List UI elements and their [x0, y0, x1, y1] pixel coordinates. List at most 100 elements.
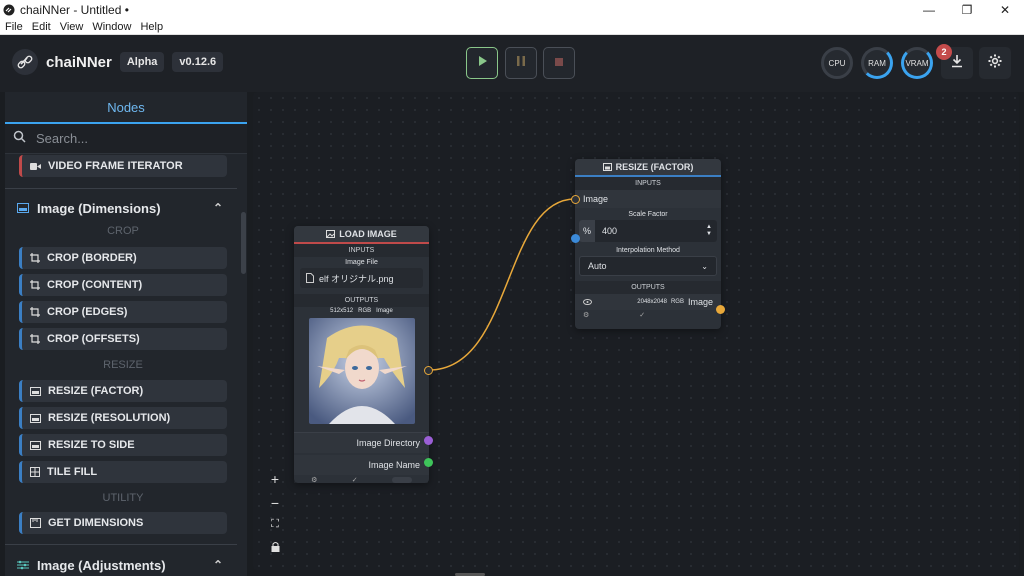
image-file-label: Image File: [345, 259, 378, 266]
resize-factor-node[interactable]: RESIZE (FACTOR) INPUTS Image Scale Facto…: [571, 159, 725, 329]
interp-value: Auto: [588, 261, 607, 271]
resize-factor-header[interactable]: RESIZE (FACTOR): [575, 159, 721, 177]
search-field[interactable]: Search...: [5, 124, 247, 154]
node-crop-border[interactable]: CROP (BORDER): [19, 247, 227, 269]
stop-button[interactable]: [543, 47, 575, 79]
image-file-input[interactable]: elf オリジナル.png: [300, 268, 423, 288]
node-footer: ⚙ ✓: [294, 475, 429, 485]
name-label: Image Name: [368, 460, 420, 470]
node-label: RESIZE (FACTOR): [48, 385, 144, 397]
node-label: GET DIMENSIONS: [48, 517, 144, 529]
app-header: chaiNNer Alpha v0.12.6 CPU RAM VRAM 2: [0, 35, 1024, 92]
search-icon: [13, 130, 26, 148]
resize-icon: [30, 386, 41, 396]
fit-view-icon[interactable]: ⛶: [271, 518, 279, 531]
interp-label: Interpolation Method: [616, 247, 680, 254]
load-image-node[interactable]: LOAD IMAGE INPUTS Image File elf オリジナル.p…: [294, 226, 433, 485]
zoom-out-icon[interactable]: −: [271, 495, 279, 511]
check-icon[interactable]: ✓: [352, 476, 358, 484]
image-output-port[interactable]: [424, 366, 433, 375]
pause-icon: [516, 54, 526, 72]
node-label: CROP (EDGES): [47, 306, 128, 318]
node-resize-to-side[interactable]: RESIZE TO SIDE: [19, 434, 227, 456]
node-canvas[interactable]: LOAD IMAGE INPUTS Image File elf オリジナル.p…: [253, 92, 1019, 570]
image-input-port[interactable]: [571, 195, 580, 204]
channel-badge: Alpha: [119, 52, 165, 72]
out-mode: RGB: [670, 299, 684, 305]
node-crop-content[interactable]: CROP (CONTENT): [19, 274, 227, 296]
section-crop: CROP: [107, 225, 139, 237]
node-label: VIDEO FRAME ITERATOR: [48, 160, 183, 172]
divider: [5, 544, 237, 545]
node-footer: ⚙ ✓: [575, 310, 721, 320]
outputs-label: OUTPUTS: [294, 294, 429, 307]
scale-factor-input[interactable]: % 400 ▲ ▼: [579, 220, 717, 242]
video-icon: [30, 162, 41, 171]
image-output-port[interactable]: [716, 305, 725, 314]
run-button[interactable]: [466, 47, 498, 79]
resize-icon: [30, 440, 41, 450]
notification-badge: 2: [936, 44, 952, 60]
node-tile-fill[interactable]: TILE FILL: [19, 461, 227, 483]
close-button[interactable]: ✕: [986, 0, 1024, 19]
node-resize-factor[interactable]: RESIZE (FACTOR): [19, 380, 227, 402]
node-crop-offsets[interactable]: CROP (OFFSETS): [19, 328, 227, 350]
sidebar-scrollbar[interactable]: [241, 212, 246, 274]
check-icon[interactable]: ✓: [639, 311, 645, 319]
name-output-port[interactable]: [424, 458, 433, 467]
chainner-logo-icon: [12, 49, 38, 75]
cpu-gauge[interactable]: CPU: [821, 47, 853, 79]
dimensions-icon: [17, 203, 29, 213]
out-size: 2048x2048: [637, 299, 667, 305]
node-resize-resolution[interactable]: RESIZE (RESOLUTION): [19, 407, 227, 429]
chevron-up-icon: ⌃: [212, 558, 223, 572]
minimize-button[interactable]: —: [910, 0, 948, 19]
crop-icon: [30, 253, 40, 263]
node-get-dimensions[interactable]: GET DIMENSIONS: [19, 512, 227, 534]
load-image-header[interactable]: LOAD IMAGE: [294, 226, 429, 244]
menu-help[interactable]: Help: [140, 21, 163, 33]
menu-bar: File Edit View Window Help: [0, 19, 1024, 35]
node-label: RESIZE (RESOLUTION): [48, 412, 171, 424]
chevron-down-icon: ⌄: [701, 261, 708, 271]
search-placeholder: Search...: [36, 131, 89, 146]
ram-gauge[interactable]: RAM: [861, 47, 893, 79]
app-logo-icon: [3, 4, 15, 16]
pause-button[interactable]: [505, 47, 537, 79]
node-video-frame-iterator[interactable]: VIDEO FRAME ITERATOR: [19, 155, 227, 177]
category-label: Image (Dimensions): [37, 200, 161, 216]
vram-gauge[interactable]: VRAM: [901, 47, 933, 79]
settings-button[interactable]: [979, 47, 1011, 79]
image-directory-output: Image Directory: [294, 433, 429, 453]
restore-button[interactable]: ❐: [948, 0, 986, 19]
os-titlebar: chaiNNer - Untitled • — ❐ ✕: [0, 0, 1024, 19]
directory-output-port[interactable]: [424, 436, 433, 445]
menu-window[interactable]: Window: [92, 21, 131, 33]
category-image-dimensions[interactable]: Image (Dimensions) ⌃: [5, 194, 237, 222]
zoom-in-icon[interactable]: +: [271, 471, 279, 487]
node-crop-edges[interactable]: CROP (EDGES): [19, 301, 227, 323]
sidebar-title[interactable]: Nodes: [5, 92, 247, 124]
interp-select[interactable]: Auto ⌄: [579, 256, 717, 276]
image-name-output: Image Name: [294, 455, 429, 475]
settings-dot-icon[interactable]: ⚙: [583, 311, 589, 319]
image-input-row: Image: [575, 190, 721, 208]
eye-icon[interactable]: [583, 299, 592, 305]
menu-view[interactable]: View: [60, 21, 84, 33]
image-input-label: Image: [583, 194, 609, 204]
category-image-adjustments[interactable]: Image (Adjustments) ⌃: [5, 551, 237, 576]
menu-edit[interactable]: Edit: [32, 21, 51, 33]
category-label: Image (Adjustments): [37, 557, 166, 573]
chevron-up-icon: ⌃: [212, 201, 223, 215]
node-label: TILE FILL: [47, 466, 98, 478]
lock-icon[interactable]: [271, 539, 280, 555]
stepper-icon[interactable]: ▲ ▼: [706, 224, 712, 238]
settings-dot-icon[interactable]: ⚙: [311, 476, 317, 484]
menu-file[interactable]: File: [5, 21, 23, 33]
crop-icon: [30, 334, 40, 344]
resize-icon: [30, 413, 41, 423]
divider: [5, 188, 237, 189]
scale-input-port[interactable]: [571, 234, 580, 243]
file-name: elf オリジナル.png: [319, 273, 394, 284]
scale-unit: %: [579, 220, 595, 242]
